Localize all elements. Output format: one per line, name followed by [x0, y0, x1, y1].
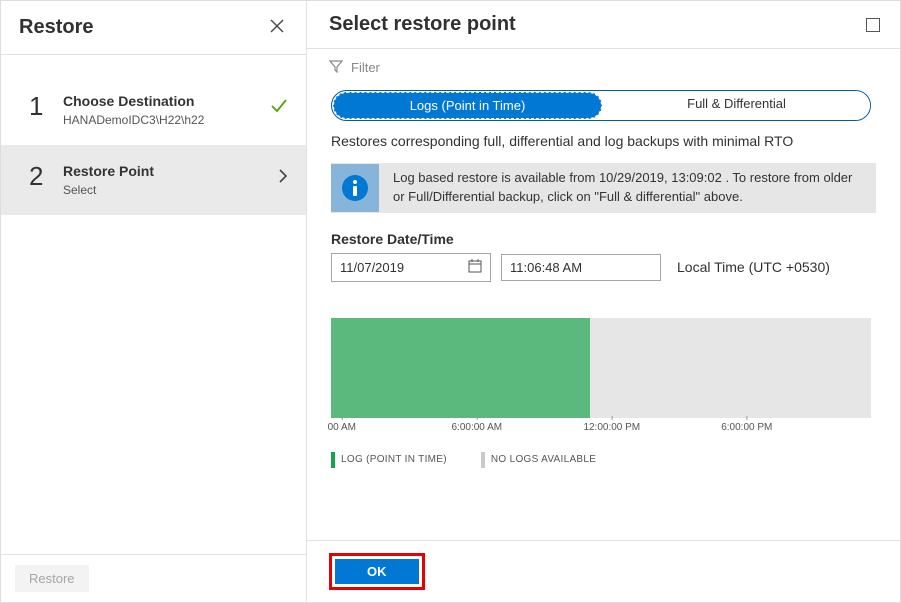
- step-restore-point[interactable]: 2 Restore Point Select: [1, 145, 306, 215]
- timeline-legend: LOG (POINT IN TIME) NO LOGS AVAILABLE: [331, 452, 871, 468]
- app-root: Restore 1 Choose Destination HANADemoIDC…: [0, 0, 901, 603]
- step-text: Restore Point Select: [59, 163, 278, 197]
- left-panel: Restore 1 Choose Destination HANADemoIDC…: [1, 1, 307, 602]
- axis-tick: 00 AM: [328, 422, 356, 433]
- calendar-icon[interactable]: [468, 259, 482, 276]
- check-icon: [270, 93, 288, 120]
- axis-tick: 6:00:00 AM: [452, 422, 503, 433]
- step-text: Choose Destination HANADemoIDC3\H22\h22: [59, 93, 270, 127]
- right-footer: OK: [307, 540, 900, 602]
- ok-button[interactable]: OK: [335, 559, 419, 584]
- left-footer: Restore: [1, 554, 306, 602]
- restore-type-tabs: Logs (Point in Time) Full & Differential: [331, 90, 871, 121]
- info-banner: Log based restore is available from 10/2…: [331, 163, 876, 213]
- step-number: 1: [29, 93, 59, 119]
- step-number: 2: [29, 163, 59, 189]
- legend-swatch-grey: [481, 452, 485, 468]
- tab-logs-point-in-time[interactable]: Logs (Point in Time): [333, 92, 602, 119]
- step-title: Choose Destination: [63, 93, 270, 109]
- datetime-label: Restore Date/Time: [331, 231, 876, 247]
- step-subtitle: HANADemoIDC3\H22\h22: [63, 113, 270, 127]
- datetime-row: 11/07/2019 11:06:48 AM Local Time (UTC +…: [331, 253, 876, 282]
- timezone-label: Local Time (UTC +0530): [677, 259, 830, 275]
- toolbar: Filter: [307, 49, 900, 80]
- right-header: Select restore point: [307, 1, 900, 49]
- axis-tick: 12:00:00 PM: [583, 422, 640, 433]
- step-title: Restore Point: [63, 163, 278, 179]
- info-text: Log based restore is available from 10/2…: [379, 163, 876, 213]
- axis-tick: 6:00:00 PM: [721, 422, 772, 433]
- content-area: Logs (Point in Time) Full & Differential…: [307, 80, 900, 540]
- close-icon[interactable]: [266, 13, 288, 42]
- description-text: Restores corresponding full, differentia…: [331, 133, 876, 149]
- right-title: Select restore point: [329, 13, 516, 36]
- ok-highlight: OK: [329, 553, 425, 590]
- legend-swatch-green: [331, 452, 335, 468]
- timeline-axis: 00 AM 6:00:00 AM 12:00:00 PM 6:00:00 PM: [331, 422, 871, 444]
- step-subtitle: Select: [63, 183, 278, 197]
- legend-label: NO LOGS AVAILABLE: [491, 454, 596, 465]
- filter-label[interactable]: Filter: [351, 60, 380, 75]
- log-timeline[interactable]: 00 AM 6:00:00 AM 12:00:00 PM 6:00:00 PM …: [331, 318, 871, 468]
- timeline-available-range: [331, 318, 590, 418]
- date-input[interactable]: 11/07/2019: [331, 253, 491, 282]
- time-value: 11:06:48 AM: [510, 260, 582, 275]
- restore-button[interactable]: Restore: [15, 565, 89, 592]
- time-input[interactable]: 11:06:48 AM: [501, 254, 661, 281]
- info-icon: [331, 164, 379, 212]
- timeline-track: [331, 318, 871, 418]
- step-choose-destination[interactable]: 1 Choose Destination HANADemoIDC3\H22\h2…: [1, 75, 306, 145]
- legend-log: LOG (POINT IN TIME): [331, 452, 447, 468]
- tab-full-differential[interactable]: Full & Differential: [603, 91, 870, 120]
- legend-label: LOG (POINT IN TIME): [341, 454, 447, 465]
- filter-icon[interactable]: [329, 59, 343, 76]
- left-header: Restore: [1, 1, 306, 55]
- legend-nolog: NO LOGS AVAILABLE: [481, 452, 596, 468]
- left-title: Restore: [19, 16, 93, 39]
- maximize-icon[interactable]: [866, 18, 880, 32]
- right-panel: Select restore point Filter Logs (Point …: [307, 1, 900, 602]
- date-value: 11/07/2019: [340, 260, 404, 275]
- chevron-right-icon: [278, 163, 288, 188]
- wizard-steps: 1 Choose Destination HANADemoIDC3\H22\h2…: [1, 55, 306, 215]
